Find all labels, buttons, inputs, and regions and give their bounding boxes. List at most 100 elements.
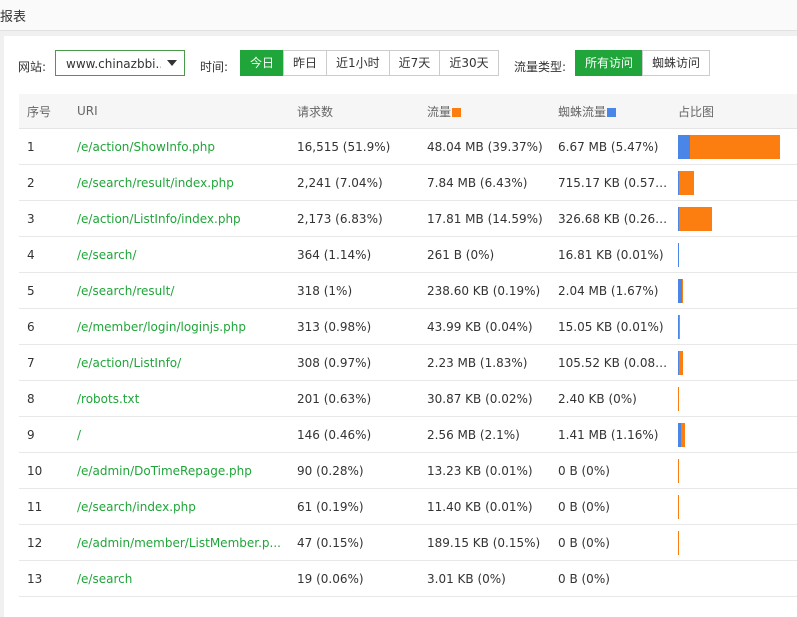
time-button-1[interactable]: 昨日 [283,50,328,76]
traffic-cell: 3.01 KB (0%) [419,560,550,597]
requests-cell: 201 (0.63%) [289,380,419,417]
share-chart-cell [670,344,797,381]
spider-traffic-cell: 105.52 KB (0.08%) [550,344,670,381]
col-header-uri: URI [69,94,289,129]
row-number: 2 [19,164,69,201]
row-number: 4 [19,236,69,273]
traffic-cell: 13.23 KB (0.01%) [419,452,550,489]
traffic-share-segment [678,494,679,519]
traffic-type-group: 所有访问 蜘蛛访问 [575,50,711,76]
share-bar [678,134,788,159]
uri-link[interactable]: /e/action/ListInfo/index.php [69,200,289,237]
time-button-4[interactable]: 近30天 [439,50,499,76]
share-bar [678,314,788,339]
spider-traffic-cell: 0 B (0%) [550,488,670,525]
table-header-row: 序号 URI 请求数 流量 蜘蛛流量 占比图 [19,94,797,129]
uri-link[interactable]: /e/search/ [69,236,289,273]
uri-link[interactable]: /e/search/index.php [69,488,289,525]
page-title: 报表 [0,10,27,25]
uri-link[interactable]: /e/action/ListInfo/ [69,344,289,381]
uri-link[interactable]: /e/member/login/loginjs.php [69,308,289,345]
table-row: 4/e/search/364 (1.14%) 261 B (0%) 16.81 KB… [19,236,797,273]
spider-traffic-cell: 326.68 KB (0.26%) [550,200,670,237]
row-number: 11 [19,488,69,525]
share-chart-cell [670,524,797,561]
table-row: 5/e/search/result/318 (1%) 238.60 KB (0.1… [19,272,797,309]
row-number: 1 [19,128,69,165]
spider-legend-swatch [607,107,617,117]
col-header-share-chart: 占比图 [670,94,797,129]
table-row: 2/e/search/result/index.php 2,241 (7.04%)… [19,164,797,201]
site-select[interactable]: www.chinazbbi... [55,50,185,76]
requests-cell: 2,241 (7.04%) [289,164,419,201]
traffic-cell: 261 B (0%) [419,236,550,273]
row-number: 6 [19,308,69,345]
uri-link[interactable]: / [69,416,289,453]
type-button-1[interactable]: 蜘蛛访问 [642,50,711,76]
row-number: 10 [19,452,69,489]
col-header-traffic-label: 流量 [427,104,452,119]
requests-cell: 16,515 (51.9%) [289,128,419,165]
col-header-spider-label: 蜘蛛流量 [558,104,607,119]
time-button-0[interactable]: 今日 [240,50,285,76]
uri-link[interactable]: /e/search/result/ [69,272,289,309]
table-row: 9/146 (0.46%) 2.56 MB (2.1%) 1.41 MB (1.16… [19,416,797,453]
type-button-0[interactable]: 所有访问 [575,50,644,76]
share-bar [678,458,788,483]
spider-traffic-cell: 0 B (0%) [550,524,670,561]
col-header-requests: 请求数 [289,94,419,129]
col-header-spider-traffic: 蜘蛛流量 [550,94,670,129]
share-bar [678,242,788,267]
caret-down-icon [167,60,177,66]
time-button-3[interactable]: 近7天 [388,50,441,76]
time-button-2[interactable]: 近1小时 [326,50,390,76]
spider-traffic-cell: 0 B (0%) [550,452,670,489]
uri-link[interactable]: /robots.txt [69,380,289,417]
traffic-share-segment [680,422,686,447]
traffic-share-segment [678,458,679,483]
share-chart-cell [670,452,797,489]
requests-cell: 19 (0.06%) [289,560,419,597]
row-number: 7 [19,344,69,381]
share-bar [678,530,788,555]
traffic-share-segment [690,134,781,159]
requests-cell: 318 (1%) [289,272,419,309]
table-row: 12/e/admin/member/ListMember.p... 47 (0.1… [19,524,797,561]
table-row: 1/e/action/ShowInfo.php 16,515 (51.9%) 48.… [19,128,797,165]
traffic-share-segment [679,206,713,231]
requests-cell: 2,173 (6.83%) [289,200,419,237]
share-bar [678,567,788,591]
table-row: 10/e/admin/DoTimeRepage.php 90 (0.28%) 13.… [19,452,797,489]
uri-link[interactable]: /e/search [69,560,289,597]
report-panel: 网站: www.chinazbbi... 时间: 今日 昨日 近1小时 近7天 近30天… [4,36,797,617]
share-bar [678,350,788,375]
requests-cell: 146 (0.46%) [289,416,419,453]
uri-link[interactable]: /e/admin/DoTimeRepage.php [69,452,289,489]
requests-cell: 364 (1.14%) [289,236,419,273]
traffic-cell: 238.60 KB (0.19%) [419,272,550,309]
table-row: 11/e/search/index.php 61 (0.19%) 11.40 KB … [19,488,797,525]
traffic-type-label: 流量类型: [514,60,567,74]
uri-link[interactable]: /e/search/result/index.php [69,164,289,201]
spider-traffic-cell: 1.41 MB (1.16%) [550,416,670,453]
traffic-cell: 2.23 MB (1.83%) [419,344,550,381]
traffic-cell: 43.99 KB (0.04%) [419,308,550,345]
traffic-share-segment [679,314,680,339]
traffic-share-segment [679,170,694,195]
share-bar [678,170,788,195]
share-chart-cell [670,128,797,165]
spider-traffic-cell: 0 B (0%) [550,560,670,597]
uri-link[interactable]: /e/action/ShowInfo.php [69,128,289,165]
row-number: 12 [19,524,69,561]
share-chart-cell [670,416,797,453]
requests-cell: 90 (0.28%) [289,452,419,489]
uri-link[interactable]: /e/admin/member/ListMember.p... [69,524,289,561]
requests-cell: 61 (0.19%) [289,488,419,525]
traffic-cell: 7.84 MB (6.43%) [419,164,550,201]
spider-traffic-cell: 2.04 MB (1.67%) [550,272,670,309]
spider-traffic-cell: 715.17 KB (0.57%) [550,164,670,201]
traffic-cell: 48.04 MB (39.37%) [419,128,550,165]
requests-cell: 313 (0.98%) [289,308,419,345]
spider-traffic-cell: 2.40 KB (0%) [550,380,670,417]
share-chart-cell [670,488,797,525]
